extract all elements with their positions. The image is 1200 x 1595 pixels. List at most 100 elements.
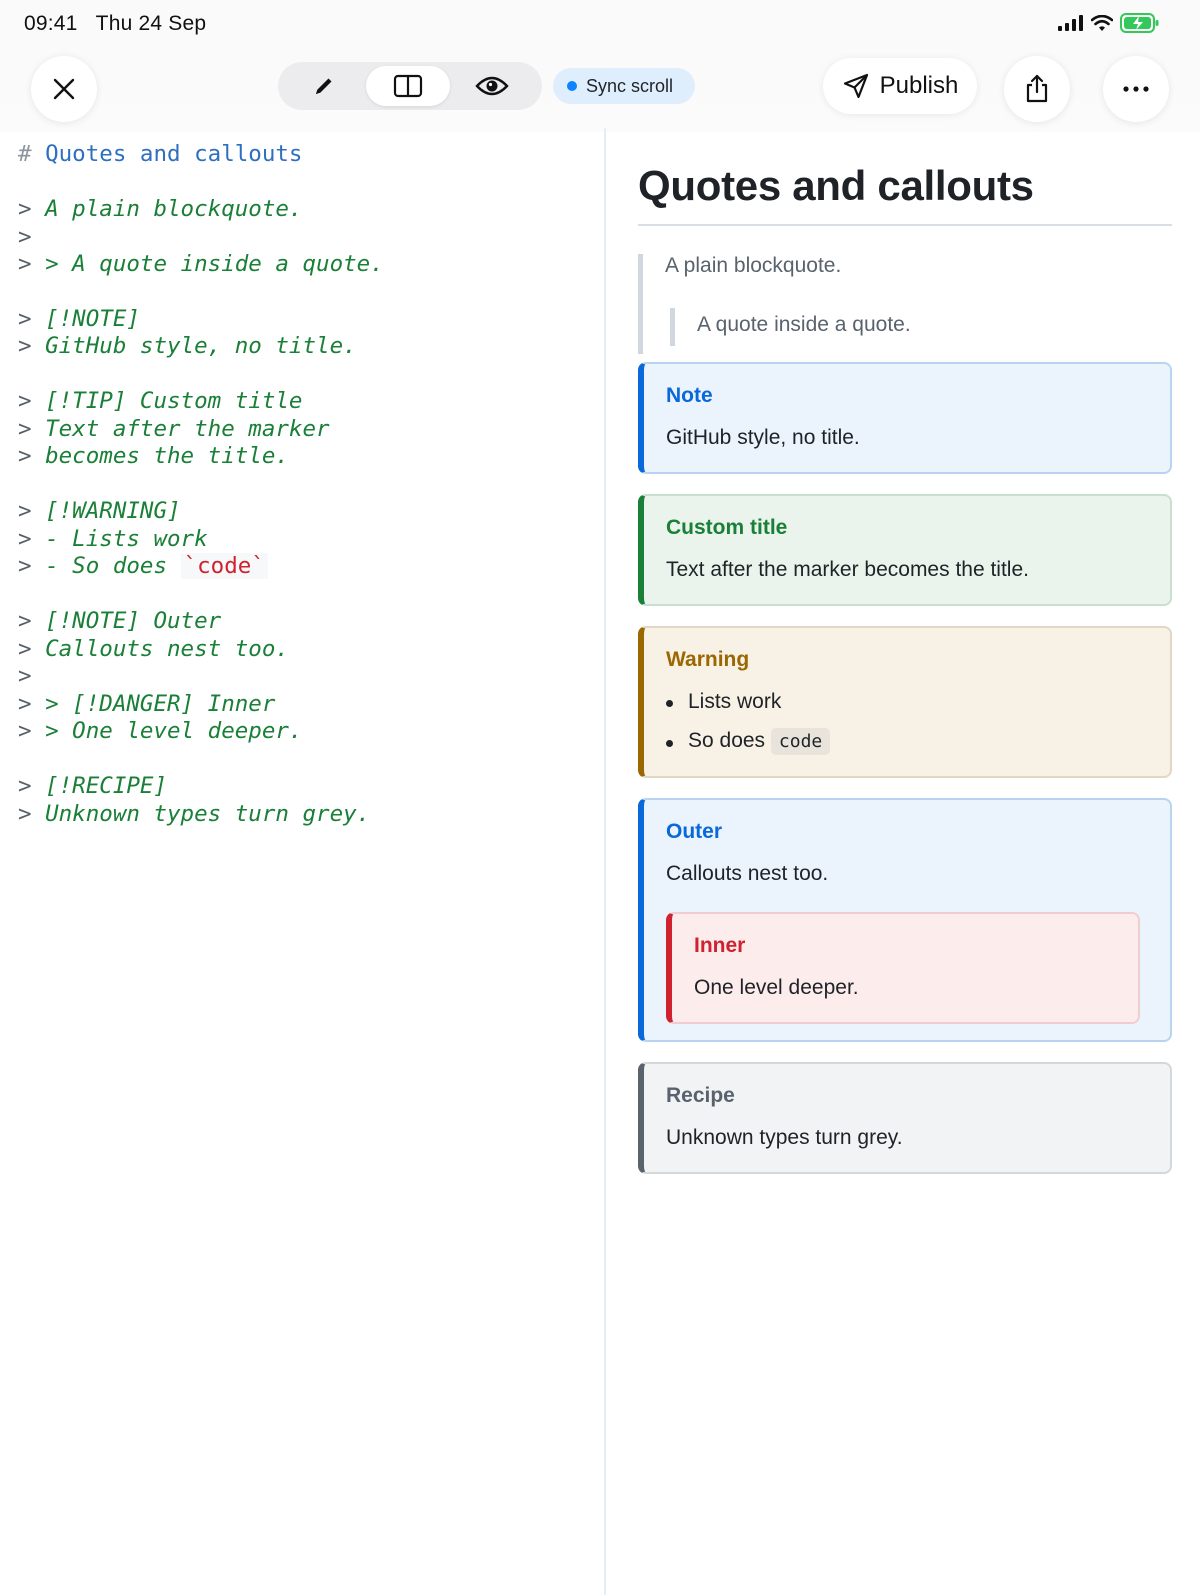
quote-marker: > bbox=[18, 801, 32, 827]
nested-blockquote-text: A quote inside a quote. bbox=[697, 313, 911, 336]
editor-line[interactable]: > [!RECIPE] bbox=[18, 772, 167, 800]
close-button[interactable] bbox=[31, 56, 97, 122]
quote-text: > A quote inside a quote. bbox=[45, 251, 384, 277]
bullet-dot bbox=[666, 700, 673, 707]
editor-line[interactable]: > > A quote inside a quote. bbox=[18, 250, 384, 278]
quote-marker: > bbox=[18, 443, 32, 469]
quote-marker: > bbox=[18, 196, 32, 222]
sync-scroll-label: Sync scroll bbox=[586, 75, 674, 96]
quote-marker: > bbox=[18, 498, 32, 524]
quote-text: GitHub style, no title. bbox=[45, 333, 357, 359]
share-button[interactable] bbox=[1004, 56, 1070, 122]
editor-line[interactable]: > [!WARNING] bbox=[18, 497, 181, 525]
close-icon bbox=[53, 78, 75, 100]
quote-text: becomes the title. bbox=[45, 443, 289, 469]
callout-title: Inner bbox=[694, 934, 746, 957]
quote-marker: > bbox=[18, 388, 32, 414]
status-icons bbox=[1058, 13, 1160, 33]
quote-text: [!NOTE] Outer bbox=[45, 608, 222, 634]
markdown-editor[interactable]: # Quotes and callouts > A plain blockquo… bbox=[0, 132, 604, 1595]
preview-mode-button[interactable] bbox=[450, 66, 534, 106]
callout-recipe: Recipe Unknown types turn grey. bbox=[638, 1062, 1172, 1174]
quote-marker: > bbox=[18, 691, 32, 717]
status-clock: 09:41 bbox=[24, 12, 78, 35]
editor-line[interactable]: > - So does `code` bbox=[18, 552, 268, 580]
callout-body: Callouts nest too. bbox=[666, 862, 829, 885]
list-item: Lists work bbox=[688, 690, 782, 713]
page-title: Quotes and callouts bbox=[638, 162, 1034, 209]
eye-icon bbox=[475, 76, 509, 96]
split-mode-button[interactable] bbox=[366, 66, 450, 106]
editor-line-heading[interactable]: # Quotes and callouts bbox=[18, 140, 302, 168]
blockquote: A plain blockquote. A quote inside a quo… bbox=[638, 254, 1172, 354]
editor-line[interactable]: > [!NOTE] Outer bbox=[18, 607, 221, 635]
editor-line[interactable]: > [!NOTE] bbox=[18, 305, 140, 333]
editor-line[interactable]: > A plain blockquote. bbox=[18, 195, 302, 223]
callout-body: Text after the marker becomes the title. bbox=[666, 558, 1029, 581]
editor-line[interactable]: > - Lists work bbox=[18, 525, 208, 553]
list-item: So does code bbox=[688, 728, 831, 755]
more-icon bbox=[1123, 86, 1149, 92]
quote-marker: > bbox=[18, 416, 32, 442]
quote-text: [!TIP] Custom title bbox=[45, 388, 303, 414]
editor-line[interactable]: > > One level deeper. bbox=[18, 717, 302, 745]
editor-line[interactable]: > Callouts nest too. bbox=[18, 635, 289, 663]
split-view-icon bbox=[393, 74, 423, 98]
quote-text: [!WARNING] bbox=[45, 498, 181, 524]
quote-text: - Lists work bbox=[45, 526, 208, 552]
quote-marker: > bbox=[18, 663, 32, 689]
status-time: 09:41 Thu 24 Sep bbox=[24, 12, 206, 36]
inline-code: code bbox=[770, 728, 831, 755]
callout-title: Recipe bbox=[666, 1084, 735, 1107]
send-icon bbox=[843, 73, 868, 99]
quote-text: Callouts nest too. bbox=[45, 636, 289, 662]
quote-text: > One level deeper. bbox=[45, 718, 303, 744]
callout-body: GitHub style, no title. bbox=[666, 426, 860, 449]
edit-mode-button[interactable] bbox=[282, 66, 366, 106]
list-item-text: So does bbox=[688, 729, 766, 752]
sync-scroll-toggle[interactable]: Sync scroll bbox=[553, 68, 695, 104]
quote-marker: > bbox=[18, 718, 32, 744]
callout-title: Outer bbox=[666, 820, 723, 843]
callout-note: Note GitHub style, no title. bbox=[638, 362, 1172, 474]
quote-text: [!RECIPE] bbox=[45, 773, 168, 799]
callout-warning: Warning Lists work So does code bbox=[638, 626, 1172, 778]
quote-marker: > bbox=[18, 608, 32, 634]
quote-marker: > bbox=[18, 333, 32, 359]
editor-line[interactable]: > bbox=[18, 662, 32, 690]
publish-button[interactable]: Publish bbox=[823, 58, 977, 114]
view-mode-switcher bbox=[278, 62, 542, 110]
editor-line[interactable]: > becomes the title. bbox=[18, 442, 289, 470]
editor-line[interactable]: > [!TIP] Custom title bbox=[18, 387, 302, 415]
quote-text: [!NOTE] bbox=[45, 306, 140, 332]
rendered-preview: Quotes and callouts A plain blockquote. … bbox=[606, 132, 1200, 1595]
more-button[interactable] bbox=[1103, 56, 1169, 122]
pencil-icon bbox=[316, 78, 332, 94]
bullet-dot bbox=[666, 740, 673, 747]
title-rule bbox=[638, 224, 1172, 226]
sync-status-dot bbox=[567, 81, 577, 91]
callout-title: Warning bbox=[666, 648, 750, 671]
quote-marker: > bbox=[18, 636, 32, 662]
editor-line[interactable]: > > [!DANGER] Inner bbox=[18, 690, 275, 718]
editor-line[interactable]: > bbox=[18, 223, 32, 251]
editor-line[interactable]: > Unknown types turn grey. bbox=[18, 800, 370, 828]
status-bar: 09:41 Thu 24 Sep bbox=[0, 0, 1200, 46]
callout-inner-danger: Inner One level deeper. bbox=[666, 912, 1140, 1024]
callout-outer: Outer Callouts nest too. Inner One level… bbox=[638, 798, 1172, 1042]
toolbar: Sync scroll Publish bbox=[0, 46, 1200, 132]
publish-label: Publish bbox=[879, 72, 959, 99]
quote-text: A plain blockquote. bbox=[45, 196, 303, 222]
callout-title: Custom title bbox=[666, 516, 788, 539]
signal-icon bbox=[1058, 15, 1083, 31]
quote-marker: > bbox=[18, 224, 32, 250]
status-date: Thu 24 Sep bbox=[95, 12, 207, 35]
editor-line[interactable]: > GitHub style, no title. bbox=[18, 332, 357, 360]
quote-text: > [!DANGER] Inner bbox=[45, 691, 276, 717]
wifi-icon bbox=[1091, 14, 1113, 31]
heading-marker: # bbox=[18, 141, 32, 167]
share-icon bbox=[1026, 74, 1048, 103]
callout-title: Note bbox=[666, 384, 713, 407]
quote-text: Text after the marker bbox=[45, 416, 330, 442]
editor-line[interactable]: > Text after the marker bbox=[18, 415, 330, 443]
